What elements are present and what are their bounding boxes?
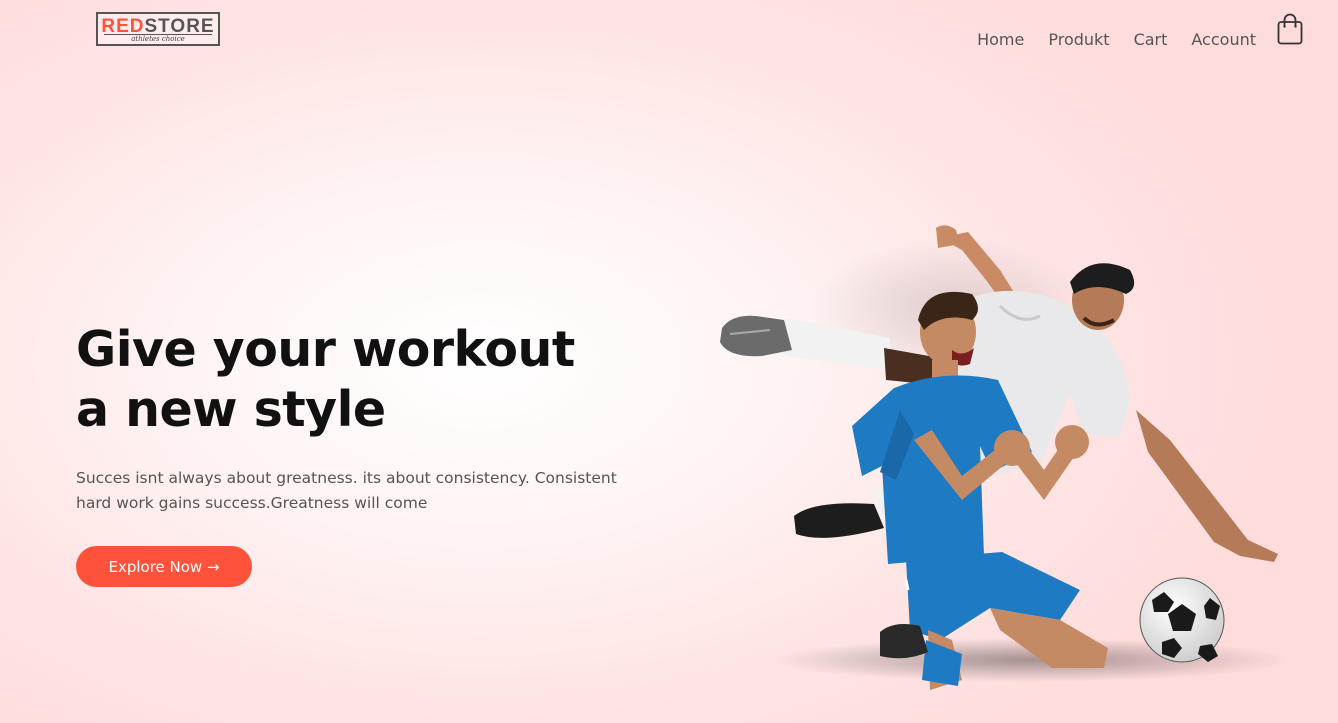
nav-home[interactable]: Home — [977, 30, 1024, 49]
redstore-logo[interactable]: REDSTORE athletes choice — [96, 12, 220, 46]
hero-title-line-2: a new style — [76, 381, 386, 438]
logo-tagline: athletes choice — [131, 35, 185, 43]
nav-cart[interactable]: Cart — [1134, 30, 1168, 49]
hero-description: Succes isnt always about greatness. its … — [76, 469, 617, 512]
nav-produkt[interactable]: Produkt — [1048, 30, 1109, 49]
page: REDSTORE athletes choice Home Produkt Ca… — [0, 0, 1338, 723]
explore-now-button[interactable]: Explore Now → — [76, 546, 252, 587]
nav-account[interactable]: Account — [1191, 30, 1256, 49]
hero-title-line-1: Give your workout — [76, 321, 575, 378]
main-nav: Home Produkt Cart Account — [977, 30, 1256, 49]
shopping-bag-icon[interactable] — [1277, 13, 1303, 45]
hero-title: Give your workout a new style — [76, 320, 575, 440]
soccer-players-image — [700, 210, 1320, 710]
